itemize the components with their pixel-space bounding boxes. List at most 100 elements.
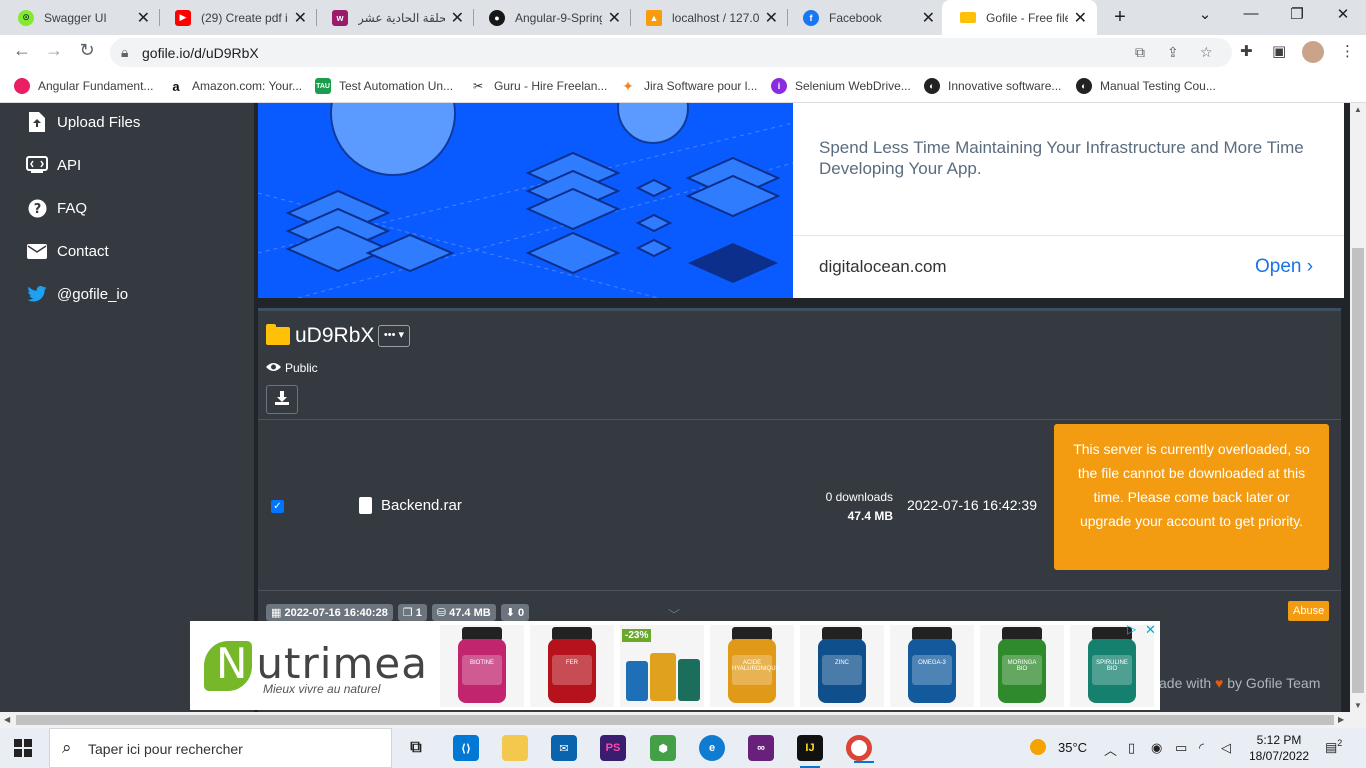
- scroll-left-arrow[interactable]: ◀: [4, 715, 10, 724]
- url-text[interactable]: gofile.io/d/uD9RbX: [142, 45, 259, 61]
- sidebar-item-faq[interactable]: ? FAQ: [26, 198, 87, 218]
- bottom-ad[interactable]: Nutrimea Mieux vivre au naturel BIOTINE …: [190, 621, 1160, 710]
- vscode-icon[interactable]: ⟨⟩: [453, 735, 479, 761]
- close-icon[interactable]: ✕: [451, 8, 464, 28]
- ad-open-button[interactable]: Open ›: [1255, 256, 1313, 278]
- bookmark-item[interactable]: TAU Test Automation Un...: [315, 78, 453, 94]
- close-window-button[interactable]: ✕: [1320, 5, 1366, 23]
- share-icon[interactable]: ⇪: [1167, 44, 1179, 61]
- vertical-scrollbar[interactable]: ▲ ▼: [1350, 103, 1366, 712]
- product-jar[interactable]: MORINGA BIO: [980, 625, 1064, 707]
- close-icon[interactable]: ✕: [137, 8, 150, 28]
- tab-github[interactable]: ● Angular-9-Spring ✕: [471, 0, 631, 35]
- file-explorer-icon[interactable]: [502, 735, 528, 761]
- ad-banner[interactable]: Spend Less Time Maintaining Your Infrast…: [258, 103, 1344, 298]
- close-icon[interactable]: ✕: [294, 8, 307, 28]
- scroll-up-arrow[interactable]: ▲: [1354, 105, 1362, 114]
- tab-phpmyadmin[interactable]: ▲ localhost / 127.0. ✕: [628, 0, 788, 35]
- windows-start-icon[interactable]: [14, 739, 32, 757]
- sidebar-item-api[interactable]: API: [26, 155, 81, 175]
- product-jar[interactable]: FER: [530, 625, 614, 707]
- weather-widget[interactable]: 35°C: [1030, 739, 1087, 755]
- menu-icon[interactable]: ⋮: [1340, 42, 1355, 60]
- tab-youtube[interactable]: ▶ (29) Create pdf in ✕: [157, 0, 317, 35]
- battery-icon[interactable]: ▭: [1175, 740, 1187, 756]
- close-icon[interactable]: ✕: [922, 8, 935, 28]
- notifications-icon[interactable]: ▤2: [1325, 738, 1342, 755]
- windows-taskbar: ⌕ Taper ici pour rechercher ⧉ ⟨⟩ ✉ PS ⬢ …: [0, 728, 1366, 768]
- product-jar[interactable]: ZINC: [800, 625, 884, 707]
- taskbar-search[interactable]: ⌕ Taper ici pour rechercher: [49, 728, 392, 768]
- profile-avatar[interactable]: [1302, 41, 1324, 63]
- file-date: 2022-07-16 16:42:39: [907, 497, 1037, 513]
- bookmark-icon: [14, 78, 30, 94]
- back-button[interactable]: ←: [10, 40, 34, 61]
- tab-arabic[interactable]: w الحلقة الحادية عشر ✕: [314, 0, 474, 35]
- mail-icon[interactable]: ✉: [551, 735, 577, 761]
- amazon-icon: a: [168, 78, 184, 94]
- bookmark-item[interactable]: ✦ Jira Software pour l...: [620, 78, 757, 94]
- adchoices-icon[interactable]: ▷: [1127, 622, 1136, 636]
- address-bar[interactable]: 🔒︎ gofile.io/d/uD9RbX ⧉ ⇪ ☆: [110, 38, 1232, 67]
- lock-icon[interactable]: 🔒︎: [121, 44, 128, 61]
- product-pack[interactable]: -23%: [620, 625, 704, 707]
- volume-icon[interactable]: ◁: [1221, 740, 1231, 756]
- device-icon[interactable]: ▯: [1128, 740, 1135, 756]
- close-ad-icon[interactable]: ✕: [1145, 622, 1156, 638]
- system-clock[interactable]: 5:12 PM 18/07/2022: [1249, 732, 1309, 764]
- visual-studio-icon[interactable]: ∞: [748, 735, 774, 761]
- product-jar[interactable]: ACIDE HYALURONIQUE: [710, 625, 794, 707]
- chevron-up-icon[interactable]: ︿: [1104, 740, 1117, 759]
- bookmark-item[interactable]: ◐ Manual Testing Cou...: [1076, 78, 1216, 94]
- intellij-icon[interactable]: IJ: [797, 735, 823, 768]
- task-view-icon[interactable]: ⧉: [403, 735, 429, 761]
- download-all-button[interactable]: [266, 385, 298, 414]
- close-icon[interactable]: ✕: [1074, 8, 1087, 28]
- bookmarks-bar: Angular Fundament... a Amazon.com: Your..…: [0, 70, 1366, 103]
- close-icon[interactable]: ✕: [608, 8, 621, 28]
- folder-options-button[interactable]: ••• ▾: [378, 325, 410, 347]
- tab-facebook[interactable]: f Facebook ✕: [785, 0, 945, 35]
- bookmark-star-icon[interactable]: ☆: [1200, 44, 1213, 61]
- horizontal-scrollbar[interactable]: ◀ ▶: [0, 712, 1366, 728]
- extensions-icon[interactable]: ✚: [1240, 42, 1253, 60]
- sidebar-item-contact[interactable]: Contact: [26, 241, 109, 261]
- visibility-label: Public: [285, 361, 318, 375]
- sidebar-item-upload[interactable]: Upload Files: [26, 112, 140, 132]
- scroll-down-arrow[interactable]: ▼: [1354, 701, 1362, 710]
- side-panel-icon[interactable]: ▣: [1272, 42, 1286, 60]
- tab-swagger[interactable]: ⊙ Swagger UI ✕: [0, 0, 160, 35]
- bookmark-item[interactable]: ◐ Innovative software...: [924, 78, 1061, 94]
- product-jar[interactable]: BIOTINE: [440, 625, 524, 707]
- horizontal-scroll-thumb[interactable]: [16, 715, 1334, 725]
- tab-search-icon[interactable]: ⌄: [1182, 5, 1228, 23]
- product-jar[interactable]: OMEGA-3: [890, 625, 974, 707]
- bookmark-item[interactable]: a Amazon.com: Your...: [168, 78, 302, 94]
- edge-icon[interactable]: e: [699, 735, 725, 761]
- server-overloaded-alert: This server is currently overloaded, so …: [1054, 424, 1329, 570]
- phpstorm-icon[interactable]: PS: [600, 735, 626, 761]
- file-link[interactable]: Backend.rar: [359, 497, 462, 514]
- new-tab-button[interactable]: +: [1110, 6, 1130, 29]
- product-label: OMEGA-3: [912, 655, 952, 685]
- node-icon[interactable]: ⬢: [650, 735, 676, 761]
- maximize-button[interactable]: ❐: [1274, 5, 1320, 23]
- bookmark-item[interactable]: Angular Fundament...: [14, 78, 153, 94]
- sidebar-item-twitter[interactable]: @gofile_io: [26, 284, 128, 304]
- scroll-right-arrow[interactable]: ▶: [1338, 715, 1344, 724]
- minimize-button[interactable]: —: [1228, 5, 1274, 22]
- forward-button[interactable]: →: [42, 40, 66, 61]
- product-jar[interactable]: SPIRULINE BIO: [1070, 625, 1154, 707]
- wifi-icon[interactable]: ◜: [1199, 740, 1204, 756]
- chrome-icon[interactable]: [846, 735, 874, 763]
- bookmark-item[interactable]: i Selenium WebDrive...: [771, 78, 911, 94]
- bookmark-item[interactable]: ✂ Guru - Hire Freelan...: [470, 78, 607, 94]
- abuse-button[interactable]: Abuse: [1288, 601, 1330, 621]
- antivirus-icon[interactable]: ◉: [1151, 740, 1162, 756]
- tab-gofile[interactable]: Gofile - Free file s ✕: [942, 0, 1097, 35]
- translate-icon[interactable]: ⧉: [1135, 44, 1145, 61]
- vertical-scroll-thumb[interactable]: [1352, 248, 1364, 693]
- close-icon[interactable]: ✕: [765, 8, 778, 28]
- reload-button[interactable]: ↻: [75, 40, 99, 61]
- file-checkbox[interactable]: ✓: [271, 500, 284, 513]
